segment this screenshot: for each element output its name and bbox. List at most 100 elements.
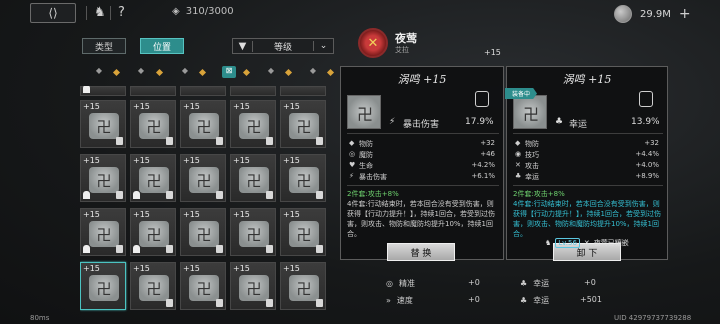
lock-icon	[116, 137, 123, 145]
tab-type[interactable]: 类型	[82, 38, 126, 54]
stat-label: 物防	[525, 140, 539, 148]
grid-cell[interactable]	[180, 86, 226, 96]
divider	[347, 133, 499, 134]
filter-icon[interactable]: ▼	[233, 40, 253, 52]
rune-icon	[139, 275, 169, 301]
grid-cell[interactable]: +15	[230, 208, 276, 256]
grid-cell[interactable]	[230, 86, 276, 96]
background-level-label: +15	[484, 48, 501, 57]
grid-cell[interactable]: +15	[80, 208, 126, 256]
replace-button[interactable]: 替 换	[387, 243, 455, 261]
add-currency-button[interactable]: +	[679, 6, 691, 22]
level-label: +15	[283, 264, 300, 273]
category-icon[interactable]: ◆	[134, 66, 148, 78]
grid-cell[interactable]: +15	[80, 154, 126, 202]
divider	[110, 6, 111, 20]
currency-display: 29.9M +	[614, 5, 691, 23]
stat-value: +32	[644, 139, 659, 147]
grid-cell[interactable]: +15	[180, 208, 226, 256]
category-icon[interactable]: ◆	[178, 66, 192, 78]
stat-value: +4.2%	[471, 161, 495, 169]
crit-icon: ⚡	[349, 172, 354, 180]
stat-label: 暴击伤害	[359, 173, 387, 181]
grid-cell[interactable]: +15	[280, 262, 326, 310]
character-icon[interactable]: ♞	[94, 5, 106, 20]
divider	[513, 133, 663, 134]
back-arrow-icon: ⟨⟩	[48, 6, 58, 20]
currency-amount: 29.9M	[640, 8, 671, 20]
category-icon[interactable]: ◆	[92, 66, 106, 78]
clover-icon: ♣	[520, 279, 528, 288]
grid-cell[interactable]: +15	[230, 154, 276, 202]
lock-icon	[116, 191, 123, 199]
set-bonus-2: 2件套:攻击+8%	[513, 190, 565, 198]
grid-cell[interactable]: +15	[130, 100, 176, 148]
level-label: +15	[283, 156, 300, 165]
equipped-by-text: 夜莺已镶嵌	[593, 239, 629, 247]
item-thumbnail	[513, 95, 548, 129]
clover-icon: ♣	[555, 117, 564, 127]
category-icon-active[interactable]: ⊠	[222, 66, 236, 78]
shield-icon: ◆	[515, 139, 521, 147]
grid-cell[interactable]: +15	[130, 262, 176, 310]
grid-cell[interactable]: +15	[280, 154, 326, 202]
level-label: +15	[283, 102, 300, 111]
set-bonus-4: 4件套:行动结束时，若本回合没有受到伤害，则获得【行动力提升！】，持续1回合，若…	[347, 200, 495, 238]
crossed-blades-icon: ✕	[358, 28, 388, 58]
grid-cell[interactable]	[80, 86, 126, 96]
lock-icon	[166, 299, 173, 307]
stat-label: 幸运	[533, 279, 550, 288]
target-icon: ◎	[386, 279, 393, 288]
lock-icon[interactable]	[475, 91, 489, 107]
help-icon[interactable]: ?	[118, 5, 125, 20]
rune-icon	[289, 113, 319, 139]
grid-cell[interactable]: +15	[280, 208, 326, 256]
level-label: +15	[183, 102, 200, 111]
category-icon[interactable]: ◆	[306, 66, 320, 78]
filter-dropdown[interactable]: ▼ 等级 ⌄	[232, 38, 334, 54]
bottom-stat: ♣ 幸运	[520, 278, 549, 289]
level-label: +15	[233, 102, 250, 111]
stat-value: +501	[580, 295, 602, 304]
stat-value: +0	[468, 295, 480, 304]
lock-icon	[166, 191, 173, 199]
level-label: +15	[133, 102, 150, 111]
stat-value: +32	[480, 139, 495, 147]
grid-cell[interactable]: +15	[230, 262, 276, 310]
knight-icon	[83, 245, 90, 253]
rune-icon	[139, 113, 169, 139]
category-icon[interactable]: ◆	[264, 66, 278, 78]
rune-icon	[289, 167, 319, 193]
rune-icon	[239, 113, 269, 139]
lock-icon	[216, 299, 223, 307]
rune-icon	[89, 221, 119, 247]
stat-value: +6.1%	[471, 172, 495, 180]
grid-cell-selected[interactable]: +15	[80, 262, 126, 310]
separator-dot	[242, 68, 251, 77]
back-button[interactable]: ⟨⟩	[30, 3, 76, 23]
grid-cell[interactable]: +15	[230, 100, 276, 148]
set-bonus-4: 4件套:行动结束时，若本回合没有受到伤害，则获得【行动力提升！】，持续1回合，若…	[513, 200, 661, 238]
tab-position[interactable]: 位置	[140, 38, 184, 54]
panel-title: 涡鸣 +15	[562, 73, 612, 86]
stat-label: 攻击	[525, 162, 539, 170]
chevron-down-icon[interactable]: ⌄	[313, 41, 333, 51]
rune-icon: ◈	[172, 6, 180, 17]
grid-cell[interactable]: +15	[130, 208, 176, 256]
level-label: +15	[233, 210, 250, 219]
grid-cell[interactable]	[130, 86, 176, 96]
grid-cell[interactable]: +15	[130, 154, 176, 202]
level-label: +15	[133, 156, 150, 165]
divider	[86, 6, 87, 20]
grid-cell[interactable]	[280, 86, 326, 96]
lock-icon	[316, 299, 323, 307]
bottom-stat: +501	[580, 295, 602, 304]
stat-label: 幸运	[533, 296, 550, 305]
grid-cell[interactable]: +15	[80, 100, 126, 148]
grid-cell[interactable]: +15	[180, 154, 226, 202]
grid-cell[interactable]: +15	[180, 100, 226, 148]
stat-row: ◎ 魔防 +46	[349, 150, 495, 160]
grid-cell[interactable]: +15	[180, 262, 226, 310]
grid-cell[interactable]: +15	[280, 100, 326, 148]
lock-icon[interactable]	[639, 91, 653, 107]
